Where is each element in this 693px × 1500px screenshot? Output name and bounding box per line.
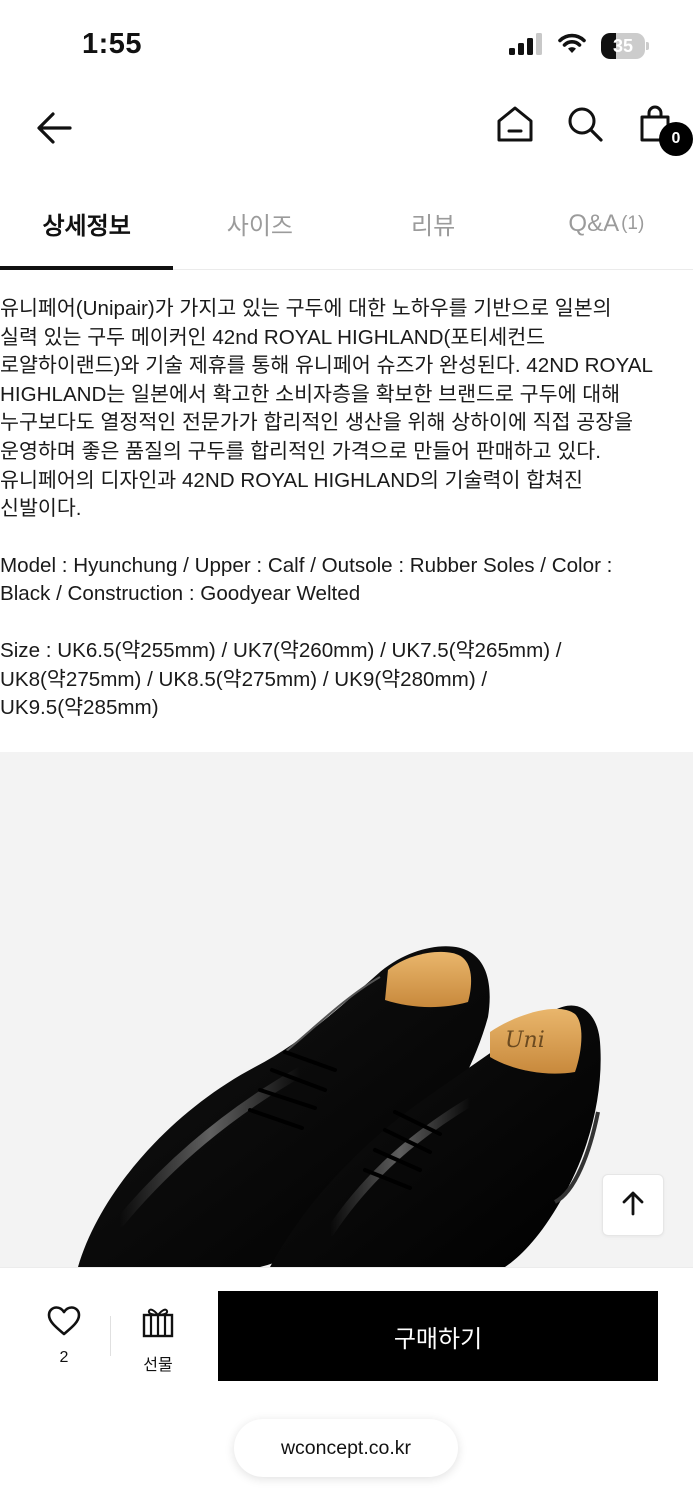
url-bar[interactable]: wconcept.co.kr (234, 1419, 458, 1477)
text-line: 유니페어의 디자인과 42ND ROYAL HIGHLAND의 기술력이 합쳐진 (0, 468, 584, 492)
tab-details[interactable]: 상세정보 (0, 178, 174, 270)
battery-cap (646, 42, 649, 50)
description-sizes: Size : UK6.5(약255mm) / UK7(약260mm) / UK7… (0, 637, 689, 723)
cart-count-badge: 0 (659, 122, 693, 156)
home-button[interactable] (493, 104, 537, 148)
search-button[interactable] (563, 104, 607, 148)
cellular-signal-icon (509, 32, 543, 60)
text-line: 로얄하이랜드)와 기술 제휴를 통해 유니페어 슈즈가 완성된다. 42ND R… (0, 354, 653, 378)
tab-label: 사이즈 (226, 213, 293, 240)
gift-label: 선물 (143, 1357, 173, 1374)
back-arrow-icon (36, 111, 72, 150)
tab-label: Q&A (568, 209, 620, 237)
back-button[interactable] (30, 108, 78, 152)
battery-level: 35 (612, 36, 634, 56)
wifi-icon (557, 33, 587, 60)
like-button[interactable]: 2 (36, 1306, 92, 1376)
tab-count: (1) (621, 212, 645, 234)
nav-actions: 0 (493, 104, 693, 156)
text-line: 누구보다도 열정적인 전문가가 합리적인 생산을 위해 상하이에 직접 공장을 (0, 411, 634, 435)
text-line: 실력 있는 구두 메이커인 42nd ROYAL HIGHLAND(포티세컨드 (0, 325, 546, 349)
bottom-action-bar: 2 선물 구매하기 wconcept.co.kr (0, 1267, 693, 1500)
text-line: UK9.5(약285mm) (0, 696, 159, 720)
status-time: 1:55 (82, 28, 143, 60)
text-line: 운영하며 좋은 품질의 구두를 합리적인 가격으로 만들어 판매하고 있다. (0, 439, 601, 463)
text-line: HIGHLAND는 일본에서 확고한 소비자층을 확보한 브랜드로 구두에 대해 (0, 382, 621, 406)
product-tabs: 상세정보 사이즈 리뷰 Q&A (1) (0, 178, 693, 270)
product-image: Uni (0, 752, 693, 1267)
scroll-to-top-button[interactable] (602, 1174, 664, 1236)
gift-icon (142, 1306, 174, 1343)
description-specs: Model : Hyunchung / Upper : Calf / Outso… (0, 552, 689, 609)
text-line: Black / Construction : Goodyear Welted (0, 582, 361, 606)
tab-label: 리뷰 (411, 213, 456, 240)
status-icons: 35 (509, 30, 649, 62)
tab-label: 상세정보 (42, 213, 131, 240)
status-bar: 1:55 35 (0, 0, 693, 90)
battery-indicator: 35 (601, 33, 649, 59)
search-icon (567, 106, 603, 147)
text-line: Size : UK6.5(약255mm) / UK7(약260mm) / UK7… (0, 638, 562, 662)
text-line: Model : Hyunchung / Upper : Calf / Outso… (0, 553, 613, 577)
text-line: UK8(약275mm) / UK8.5(약275mm) / UK9(약280mm… (0, 667, 488, 691)
home-icon (496, 105, 534, 148)
tab-qna[interactable]: Q&A (1) (520, 178, 693, 269)
gift-button[interactable]: 선물 (128, 1306, 188, 1376)
arrow-up-icon (620, 1190, 646, 1221)
text-line: 신발이다. (0, 497, 82, 521)
divider (110, 1316, 111, 1356)
description-intro: 유니페어(Unipair)가 가지고 있는 구두에 대한 노하우를 기반으로 일… (0, 295, 689, 524)
shoe-logo-text: Uni (505, 1028, 545, 1053)
buy-button[interactable]: 구매하기 (218, 1291, 658, 1381)
tab-reviews[interactable]: 리뷰 (347, 178, 520, 269)
text-line: 유니페어(Unipair)가 가지고 있는 구두에 대한 노하우를 기반으로 일… (0, 297, 612, 320)
like-count: 2 (59, 1349, 69, 1366)
cart-button[interactable]: 0 (633, 104, 693, 156)
product-description: 유니페어(Unipair)가 가지고 있는 구두에 대한 노하우를 기반으로 일… (0, 295, 693, 723)
nav-bar: 0 (0, 90, 693, 170)
shoe-illustration: Uni (78, 946, 601, 1267)
tab-size[interactable]: 사이즈 (173, 178, 346, 269)
heart-icon (47, 1306, 81, 1341)
